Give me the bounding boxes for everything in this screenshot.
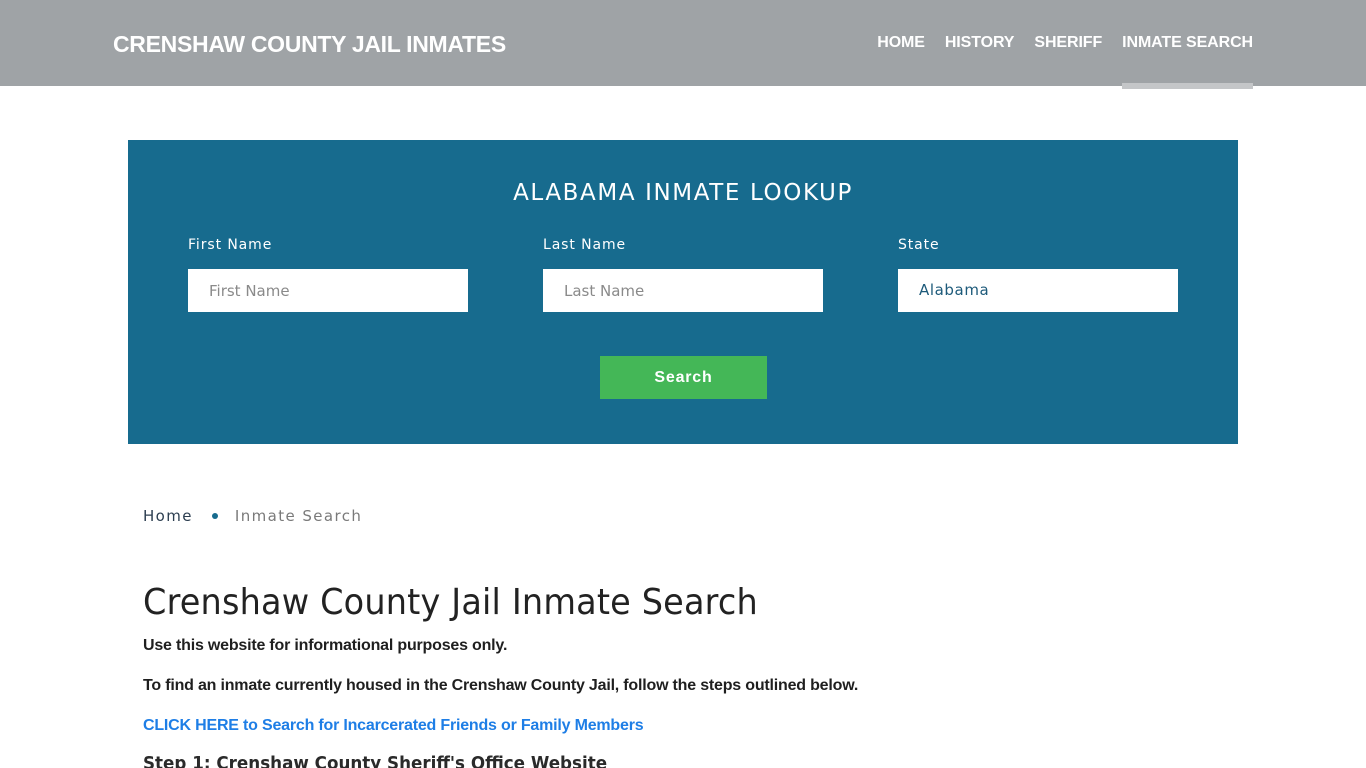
breadcrumb: Home Inmate Search [143, 507, 362, 525]
instructions-text: To find an inmate currently housed in th… [143, 677, 859, 694]
site-brand-link[interactable]: CRENSHAW COUNTY JAIL INMATES [113, 30, 506, 58]
nav-sheriff[interactable]: SHERIFF [1034, 0, 1102, 89]
site-header: CRENSHAW COUNTY JAIL INMATES HOME HISTOR… [0, 0, 1366, 89]
state-label: State [898, 237, 940, 253]
page-title: Crenshaw County Jail Inmate Search [143, 582, 758, 623]
first-name-field-group: First Name [188, 236, 468, 312]
inmate-lookup-panel: ALABAMA INMATE LOOKUP First Name Last Na… [128, 140, 1238, 444]
state-field-group: State Alabama [898, 236, 1178, 312]
last-name-input[interactable] [543, 269, 823, 312]
breadcrumb-home-link[interactable]: Home [143, 507, 193, 525]
disclaimer-text: Use this website for informational purpo… [143, 637, 508, 654]
state-select[interactable]: Alabama [898, 269, 1178, 312]
last-name-label: Last Name [543, 237, 627, 253]
nav-history[interactable]: HISTORY [945, 0, 1015, 89]
nav-home[interactable]: HOME [877, 0, 925, 89]
breadcrumb-separator-icon [211, 513, 218, 519]
breadcrumb-current: Inmate Search [234, 507, 363, 525]
first-name-label: First Name [188, 237, 273, 253]
first-name-input[interactable] [188, 269, 468, 312]
search-button[interactable]: Search [600, 356, 767, 399]
lookup-title: ALABAMA INMATE LOOKUP [513, 180, 853, 206]
nav-inmate-search[interactable]: INMATE SEARCH [1122, 0, 1253, 89]
search-friends-family-link[interactable]: CLICK HERE to Search for Incarcerated Fr… [143, 716, 644, 736]
main-nav: HOME HISTORY SHERIFF INMATE SEARCH [857, 0, 1253, 89]
step-1-heading: Step 1: Crenshaw County Sheriff's Office… [143, 753, 608, 768]
last-name-field-group: Last Name [543, 236, 823, 312]
